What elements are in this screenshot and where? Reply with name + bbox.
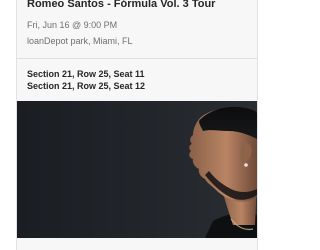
seat-item: Section 21, Row 25, Seat 12 xyxy=(27,81,146,91)
ticket-card: Romeo Santos - Fórmula Vol. 3 Tour Fri, … xyxy=(16,0,258,250)
event-header: Romeo Santos - Fórmula Vol. 3 Tour Fri, … xyxy=(17,0,257,59)
artist-photo xyxy=(17,101,257,238)
event-venue: loanDepot park, Miami, FL xyxy=(27,36,133,46)
event-date: Fri, Jun 16 @ 9:00 PM xyxy=(27,20,118,30)
seat-item: Section 21, Row 25, Seat 11 xyxy=(27,69,145,79)
artist-silhouette xyxy=(189,106,257,238)
event-title: Romeo Santos - Fórmula Vol. 3 Tour xyxy=(27,0,216,10)
seat-list: Section 21, Row 25, Seat 11 Section 21, … xyxy=(17,59,257,101)
